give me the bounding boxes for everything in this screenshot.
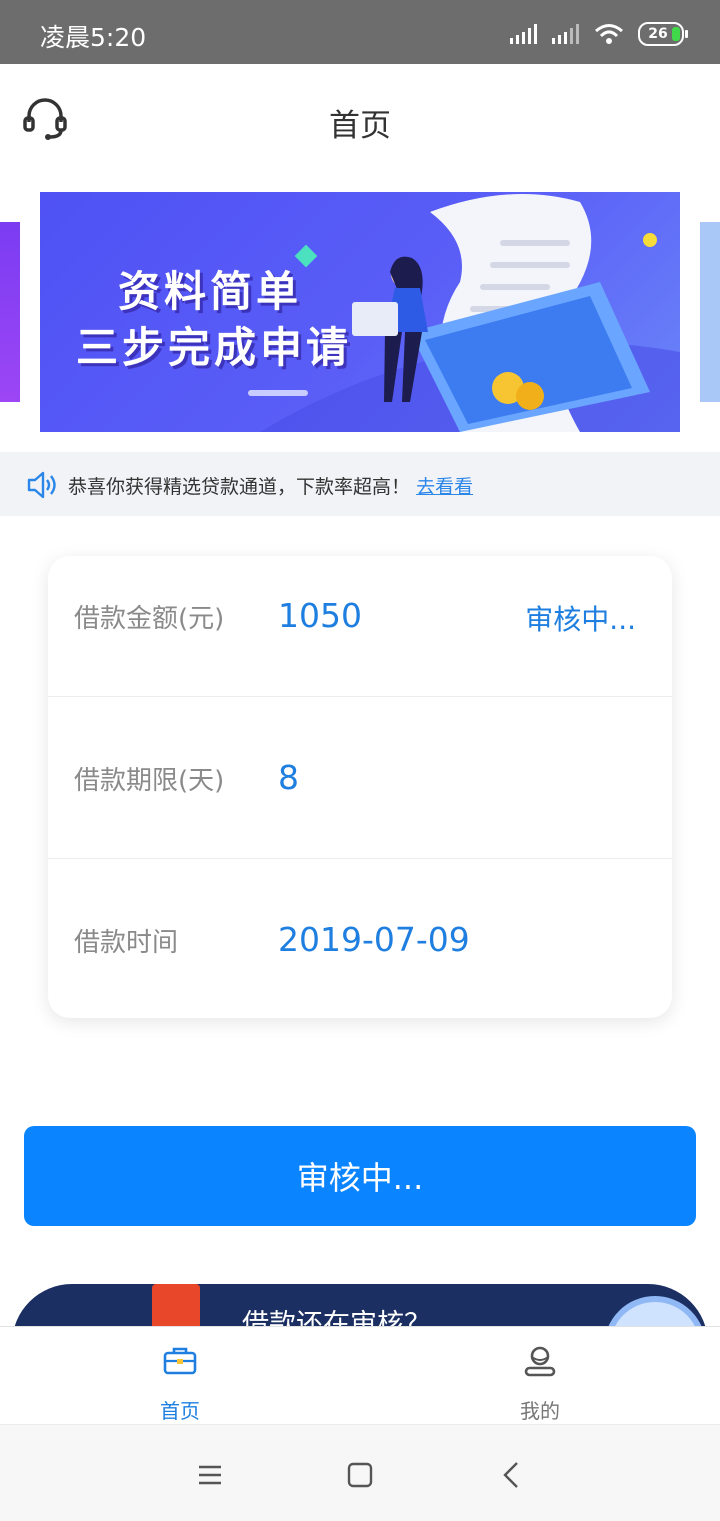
status-time: 凌晨5:20 [40, 23, 147, 52]
tab-mine[interactable]: 我的 [360, 1327, 720, 1425]
row-divider [48, 696, 672, 697]
banner-subheadline: 三步完成申请 [76, 323, 353, 372]
tab-home[interactable]: 首页 [0, 1327, 360, 1425]
review-status-button[interactable]: 审核中... [24, 1126, 696, 1226]
loan-amount-label: 借款金额(元) [74, 604, 225, 634]
tab-home-label: 首页 [160, 1399, 200, 1423]
carousel-prev-slide[interactable] [0, 222, 20, 402]
row-divider [48, 858, 672, 859]
loan-info-card: 借款金额(元) 1050 审核中... 借款期限(天) 8 借款时间 2019-… [48, 556, 672, 1018]
carousel-next-slide[interactable] [700, 222, 720, 402]
battery-level: 26 [648, 26, 668, 42]
banner-headline: 资料简单 [118, 267, 303, 316]
notice-text: 恭喜你获得精选贷款通道，下款率超高！ [68, 476, 411, 498]
menu-icon[interactable] [190, 1455, 230, 1495]
user-icon [524, 1346, 556, 1377]
loan-status: 审核中... [525, 603, 636, 636]
battery-tip [685, 30, 688, 38]
signal-icon-2 [552, 24, 579, 44]
shopping-bag-icon [152, 1284, 200, 1332]
tab-mine-label: 我的 [520, 1399, 560, 1423]
briefcase-icon [163, 1347, 197, 1375]
back-icon[interactable] [492, 1455, 532, 1495]
loan-term-row: 借款期限(天) 8 [48, 718, 672, 878]
status-icons: 26 [510, 18, 688, 50]
page-title: 首页 [329, 108, 391, 144]
signal-icon [510, 24, 537, 44]
loan-date-value: 2019-07-09 [278, 920, 470, 959]
loan-term-value: 8 [278, 758, 299, 797]
notice-bar: 恭喜你获得精选贷款通道，下款率超高！ 去看看 [0, 452, 720, 516]
notice-text-wrap: 恭喜你获得精选贷款通道，下款率超高！ 去看看 [68, 472, 473, 499]
loan-amount-value: 1050 [278, 596, 362, 635]
loan-term-label: 借款期限(天) [74, 766, 225, 796]
speaker-icon [27, 471, 56, 499]
battery-fill [672, 27, 680, 41]
status-bar: 凌晨5:20 26 [0, 0, 720, 64]
notice-link[interactable]: 去看看 [416, 476, 473, 498]
wifi-icon [595, 24, 623, 44]
loan-date-row: 借款时间 2019-07-09 [48, 880, 672, 1040]
banner-slide[interactable]: 资料简单 三步完成申请 [40, 192, 680, 432]
system-nav-bar [0, 1424, 720, 1521]
loan-amount-row: 借款金额(元) 1050 审核中... [48, 556, 672, 716]
bottom-tab-bar: 首页 我的 [0, 1326, 720, 1425]
battery-indicator: 26 [638, 22, 688, 46]
home-icon[interactable] [340, 1455, 380, 1495]
loan-date-label: 借款时间 [74, 928, 179, 958]
app-header: 首页 [0, 64, 720, 176]
